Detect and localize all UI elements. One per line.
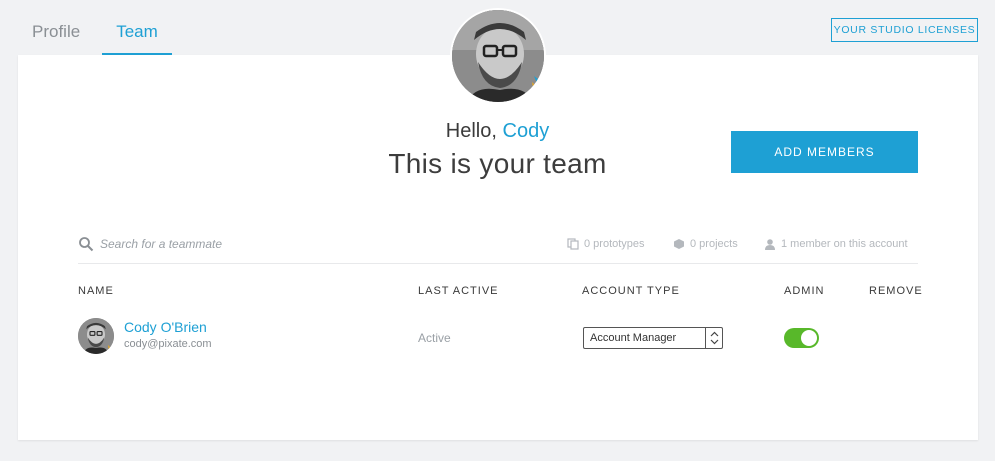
- projects-count: 0 projects: [690, 238, 738, 250]
- tab-bar: Profile Team: [18, 0, 172, 55]
- avatar-photo: [452, 10, 544, 102]
- member-avatar-photo: [78, 318, 114, 354]
- studio-licenses-button[interactable]: YOUR STUDIO LICENSES: [831, 18, 978, 42]
- table-row: Cody O'Brien cody@pixate.com Active Acco…: [0, 316, 995, 360]
- tab-team[interactable]: Team: [102, 0, 172, 55]
- prototypes-count: 0 prototypes: [584, 238, 645, 250]
- members-stat: 1 member on this account: [764, 238, 908, 250]
- column-header-last-active: LAST ACTIVE: [418, 285, 499, 297]
- toggle-knob: [801, 330, 817, 346]
- projects-icon: [674, 239, 684, 249]
- add-members-button[interactable]: ADD MEMBERS: [731, 131, 918, 173]
- search-icon: [79, 237, 94, 252]
- members-count: 1 member on this account: [781, 238, 908, 250]
- search-bar: 0 prototypes 0 projects 1 member on this…: [78, 232, 918, 264]
- column-header-remove: REMOVE: [869, 285, 923, 297]
- admin-toggle[interactable]: [784, 328, 819, 348]
- column-header-admin: ADMIN: [784, 285, 825, 297]
- user-avatar[interactable]: [450, 8, 546, 104]
- table-header: NAME LAST ACTIVE ACCOUNT TYPE ADMIN REMO…: [0, 285, 995, 299]
- greeting-user-name: Cody: [502, 120, 550, 142]
- account-type-value: Account Manager: [590, 332, 677, 344]
- prototypes-icon: [567, 238, 579, 250]
- search-input[interactable]: [100, 234, 400, 254]
- column-header-name: NAME: [78, 285, 114, 297]
- member-name-link[interactable]: Cody O'Brien: [124, 319, 207, 335]
- member-avatar: [78, 318, 114, 354]
- member-last-active: Active: [418, 331, 451, 345]
- column-header-account-type: ACCOUNT TYPE: [582, 285, 680, 297]
- member-icon: [765, 239, 775, 250]
- member-email: cody@pixate.com: [124, 338, 212, 350]
- greeting-text: Hello,: [445, 120, 497, 142]
- projects-stat: 0 projects: [673, 238, 738, 250]
- prototypes-stat: 0 prototypes: [567, 238, 645, 250]
- account-type-select[interactable]: Account Manager: [583, 327, 723, 349]
- select-arrows-icon: [705, 328, 722, 348]
- tab-profile[interactable]: Profile: [18, 0, 94, 55]
